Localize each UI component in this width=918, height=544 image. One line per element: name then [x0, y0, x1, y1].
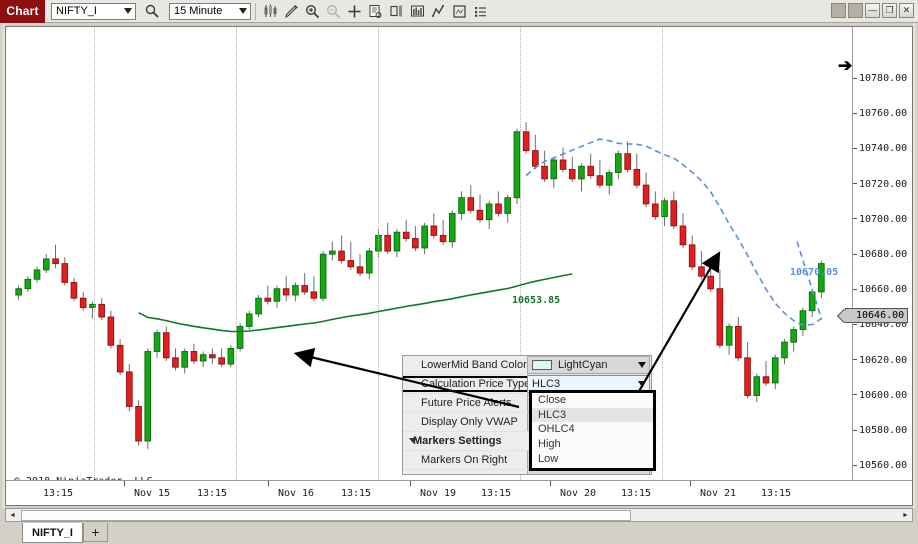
time-axis-tick: Nov 21 — [699, 488, 737, 499]
price-axis-tick: 10680.00 — [853, 249, 907, 260]
workspace-tab-bar: NIFTY_I + — [0, 523, 918, 544]
maximize-button[interactable]: ❐ — [882, 3, 897, 18]
minimize-button[interactable]: — — [865, 3, 880, 18]
property-label: LowerMid Band Color — [421, 359, 527, 371]
price-axis[interactable]: 10780.00 10760.00 10740.00 10720.00 10700.00… — [845, 27, 912, 505]
cursor-arrow-icon: ➔ — [838, 56, 853, 75]
property-label-selected: Calculation Price Type — [403, 376, 529, 392]
time-axis-tick: 13:15 — [480, 488, 512, 499]
price-axis-tick: 10760.00 — [853, 108, 907, 119]
tab-nifty-i[interactable]: NIFTY_I — [22, 523, 83, 543]
scroll-right-arrow-icon[interactable]: ► — [899, 509, 912, 521]
window-right-edge — [913, 23, 918, 508]
chevron-down-icon[interactable] — [635, 380, 649, 389]
vwap-line — [138, 273, 573, 333]
time-axis-tick: Nov 15 — [133, 488, 171, 499]
time-axis-marker — [124, 481, 125, 486]
price-axis-tick: 10740.00 — [853, 143, 907, 154]
window-blank-button-2[interactable] — [848, 3, 863, 18]
time-axis-tick: Nov 16 — [277, 488, 315, 499]
property-label: Display Only VWAP — [421, 416, 518, 428]
price-axis-tick: 10660.00 — [853, 284, 907, 295]
dropdown-option-high[interactable]: High — [532, 436, 653, 452]
data-box-icon[interactable] — [365, 1, 386, 22]
time-axis-tick: 13:15 — [196, 488, 228, 499]
property-label: Markers On Right — [421, 454, 508, 466]
time-axis-marker — [690, 481, 691, 486]
search-icon[interactable] — [141, 1, 162, 22]
close-button[interactable]: ✕ — [899, 3, 914, 18]
time-axis-tick: 13:15 — [42, 488, 74, 499]
horizontal-scrollbar[interactable]: ◄ ► — [5, 508, 913, 522]
window-controls: — ❐ ✕ — [831, 3, 914, 18]
time-axis-tick: 13:15 — [340, 488, 372, 499]
property-label: Marker Display Type — [403, 473, 527, 474]
property-group-header: Markers Settings — [413, 435, 502, 447]
zoom-out-icon[interactable] — [323, 1, 344, 22]
chevron-down-icon[interactable] — [235, 4, 250, 19]
instrument-combo[interactable]: NIFTY_I — [51, 2, 136, 20]
band-value-label: 10670.05 — [790, 267, 839, 278]
price-axis-tick: 10700.00 — [853, 214, 907, 225]
expander-triangle-icon[interactable] — [409, 438, 417, 443]
scroll-left-arrow-icon[interactable]: ◄ — [6, 509, 19, 521]
window-blank-button-1[interactable] — [831, 3, 846, 18]
time-axis-marker — [410, 481, 411, 486]
panel-icon[interactable] — [386, 1, 407, 22]
price-axis-tick: 10720.00 — [853, 179, 907, 190]
snapshot-icon[interactable] — [449, 1, 470, 22]
line-chart-icon[interactable] — [428, 1, 449, 22]
properties-list-icon[interactable] — [470, 1, 491, 22]
price-axis-tick: 10620.00 — [853, 355, 907, 366]
crosshair-plus-icon[interactable] — [344, 1, 365, 22]
chart-toolbar: Chart NIFTY_I 15 Minute — ❐ ✕ — [0, 0, 918, 23]
toolbar-divider — [255, 2, 256, 20]
price-axis-tick: 10580.00 — [853, 425, 907, 436]
scrollbar-thumb[interactable] — [21, 509, 631, 521]
property-row-lowermid-band-color[interactable]: LowerMid Band Color LightCyan — [403, 356, 651, 375]
chevron-down-icon[interactable] — [635, 361, 649, 370]
interval-value: 15 Minute — [174, 5, 223, 17]
dropdown-option-ohlc4[interactable]: OHLC4 — [532, 422, 653, 437]
calculation-price-type-dropdown[interactable]: CloseHLC3OHLC4HighLowMedian — [529, 390, 656, 471]
dropdown-option-low[interactable]: Low — [532, 451, 653, 466]
dropdown-option-median[interactable]: Median — [532, 465, 653, 468]
drawing-pencil-icon[interactable] — [281, 1, 302, 22]
price-axis-tick: 10780.00 — [853, 73, 907, 84]
calculation-price-type-value: HLC3 — [532, 378, 561, 390]
zoom-in-icon[interactable] — [302, 1, 323, 22]
dropdown-option-hlc3[interactable]: HLC3 — [532, 407, 653, 423]
lowermid-band-line — [525, 138, 823, 327]
lowermid-band-color-value: LightCyan — [558, 359, 608, 371]
time-axis-marker — [268, 481, 269, 486]
time-axis-tick: Nov 20 — [559, 488, 597, 499]
current-price-marker: 10646.00 — [845, 308, 909, 324]
instrument-value: NIFTY_I — [56, 5, 97, 17]
vwap-value-label: 10653.85 — [512, 295, 561, 306]
property-label: Future Price Alerts — [421, 397, 512, 409]
chart-frame: 10653.85 10670.05 © 2018 NinjaTrader, LL… — [5, 26, 913, 506]
price-axis-tick: 10600.00 — [853, 390, 907, 401]
interval-combo[interactable]: 15 Minute — [169, 2, 251, 20]
time-axis-tick: 13:15 — [620, 488, 652, 499]
price-axis-tick: 10560.00 — [853, 460, 907, 471]
time-axis-marker — [550, 481, 551, 486]
bar-chart-icon[interactable] — [407, 1, 428, 22]
add-tab-button[interactable]: + — [82, 523, 108, 542]
time-axis[interactable]: 13:15 Nov 15 13:15 Nov 16 13:15 Nov 19 13:15 No… — [6, 480, 912, 505]
lowermid-band-color-combo[interactable]: LightCyan — [527, 356, 650, 374]
dropdown-option-close[interactable]: Close — [532, 393, 653, 408]
chevron-down-icon[interactable] — [120, 4, 135, 19]
ninjatrader-chart-window: Chart NIFTY_I 15 Minute — ❐ ✕ 10653.85 1… — [0, 0, 918, 544]
color-swatch-lightcyan — [532, 360, 552, 370]
bars-icon[interactable] — [260, 1, 281, 22]
time-axis-tick: 13:15 — [760, 488, 792, 499]
time-axis-tick: Nov 19 — [419, 488, 457, 499]
app-badge: Chart — [0, 0, 45, 23]
